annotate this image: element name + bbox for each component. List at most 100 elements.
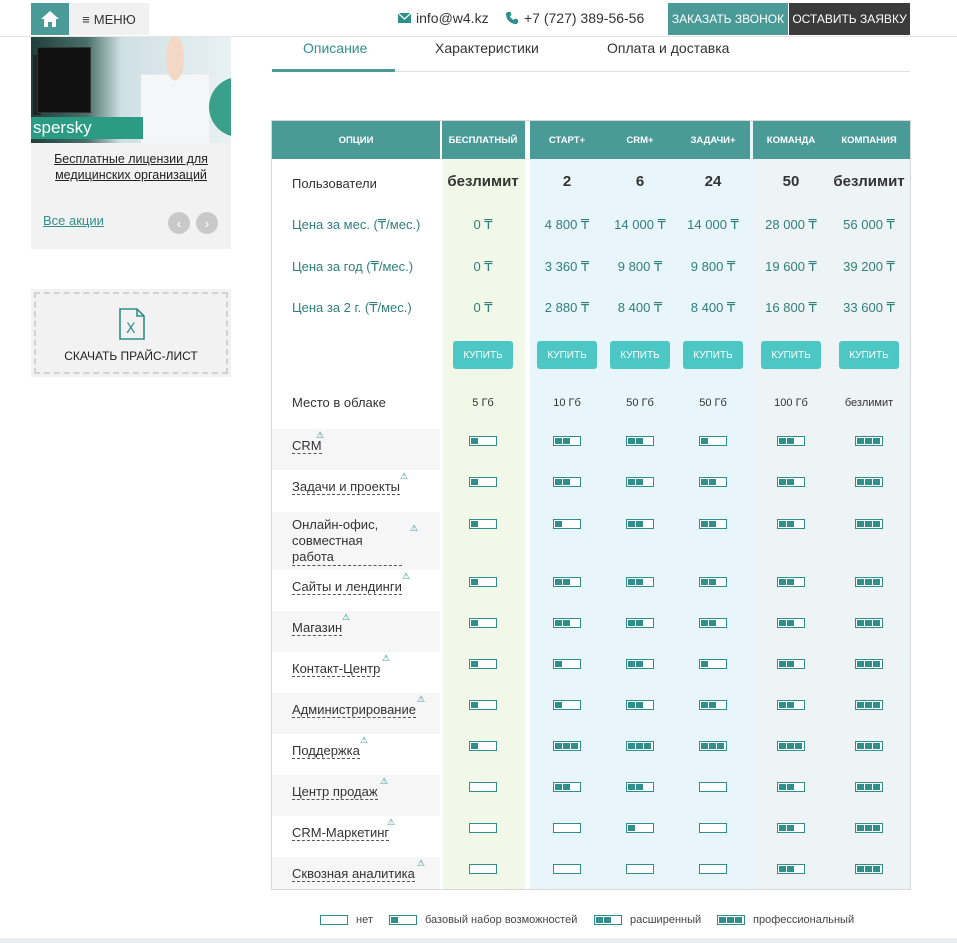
cloud-value: безлимит [844,397,894,409]
feature-level-indicator [626,864,654,874]
price-row-label: Цена за год (₸/мес.) [292,259,414,274]
level-extended-icon [594,915,622,925]
leave-request-button[interactable]: ОСТАВИТЬ ЗАЯВКУ [789,3,910,35]
price-value: 0 ₸ [473,217,493,232]
feature-level-indicator [855,782,883,792]
tab-payment-delivery[interactable]: Оплата и доставка [607,40,729,56]
feature-level-indicator [777,823,805,833]
feature-level-indicator [699,659,727,669]
feature-level-indicator [699,741,727,751]
info-warning-icon[interactable]: ⚠ [382,653,390,664]
price-list-download[interactable]: X СКАЧАТЬ ПРАЙС-ЛИСТ [31,289,231,377]
price-list-frame: X СКАЧАТЬ ПРАЙС-ЛИСТ [34,292,228,374]
feature-level-indicator [855,519,883,529]
phone-icon [506,12,518,24]
users-value: безлимит [447,173,519,190]
info-warning-icon[interactable]: ⚠ [402,571,410,582]
menu-label: МЕНЮ [93,11,136,27]
home-icon [41,11,59,27]
info-warning-icon[interactable]: ⚠ [417,858,425,869]
feature-label: Онлайн-офис, совместная работа [292,517,402,566]
feature-level-indicator [626,782,654,792]
header-plan: БЕСПЛАТНЫЙ [442,121,524,159]
feature-level-indicator [855,700,883,710]
column-background [530,121,604,889]
promo-brand-logo: spersky [31,117,143,139]
tabs-bar: Описание Характеристики Оплата и доставк… [272,37,910,72]
price-value: 56 000 ₸ [843,217,895,232]
legend-label: базовый набор возможностей [425,914,578,926]
column-background [830,121,910,889]
info-warning-icon[interactable]: ⚠ [360,735,368,746]
feature-level-indicator [626,659,654,669]
users-value: 24 [704,173,722,190]
column-background [753,121,830,889]
feature-level-indicator [469,618,497,628]
info-warning-icon[interactable]: ⚠ [417,694,425,705]
feature-label: Администрирование [292,702,416,718]
promo-banner-image[interactable]: spersky [31,37,231,143]
column-background [604,121,677,889]
feature-level-indicator [553,700,581,710]
price-value: 14 000 ₸ [687,217,739,232]
feature-level-indicator [777,864,805,874]
tab-description[interactable]: Описание [303,40,367,56]
feature-label: Задачи и проекты [292,479,400,495]
promo-link[interactable]: Бесплатные лицензии для медицинских орга… [31,151,231,183]
buy-button[interactable]: КУПИТЬ [839,341,899,369]
feature-level-indicator [626,577,654,587]
feature-level-indicator [626,618,654,628]
all-promos-link[interactable]: Все акции [43,213,104,228]
feature-level-indicator [469,864,497,874]
info-warning-icon[interactable]: ⚠ [342,612,350,623]
feature-label: Сайты и лендинги [292,579,402,595]
info-warning-icon[interactable]: ⚠ [410,523,418,534]
feature-level-indicator [777,477,805,487]
feature-level-indicator [699,782,727,792]
buy-button[interactable]: КУПИТЬ [537,341,597,369]
header-plan: СТАРТ+ [530,121,604,159]
feature-level-indicator [699,519,727,529]
phone-link[interactable]: +7 (727) 389-56-56 [506,10,644,26]
home-button[interactable] [31,3,69,35]
header-options: ОПЦИИ [272,121,440,159]
feature-level-indicator [469,577,497,587]
feature-level-indicator [553,864,581,874]
tab-characteristics[interactable]: Характеристики [435,40,539,56]
info-warning-icon[interactable]: ⚠ [380,776,388,787]
promo-badge [209,77,231,137]
feature-level-indicator [699,864,727,874]
legend: нет базовый набор возможностей расширенн… [0,914,957,934]
svg-text:X: X [126,321,136,337]
header-plan: КОМПАНИЯ [832,121,906,159]
buy-button[interactable]: КУПИТЬ [610,341,670,369]
feature-level-indicator [855,864,883,874]
feature-level-indicator [855,577,883,587]
info-warning-icon[interactable]: ⚠ [400,471,408,482]
feature-label: Поддержка [292,743,360,759]
buy-button[interactable]: КУПИТЬ [683,341,743,369]
chevron-right-icon[interactable]: › [196,212,218,234]
level-none-icon [320,915,348,925]
order-call-button[interactable]: ЗАКАЗАТЬ ЗВОНОК [668,3,788,35]
doctor-image [141,37,209,143]
price-value: 16 800 ₸ [765,300,817,315]
info-warning-icon[interactable]: ⚠ [387,817,395,828]
feature-level-indicator [626,477,654,487]
info-warning-icon[interactable]: ⚠ [316,430,324,441]
buy-button[interactable]: КУПИТЬ [761,341,821,369]
menu-button[interactable]: ≡ МЕНЮ [69,3,149,35]
header-plan: КОМАНДА [754,121,828,159]
buy-button[interactable]: КУПИТЬ [453,341,513,369]
email-link[interactable]: info@w4.kz [398,10,489,26]
hamburger-icon: ≡ [82,11,90,27]
legend-item-none: нет [320,914,373,926]
feature-level-indicator [553,477,581,487]
header-plan: CRM+ [603,121,677,159]
top-bar: ≡ МЕНЮ info@w4.kz +7 (727) 389-56-56 ЗАК… [0,0,957,37]
cloud-value: 5 Гб [472,397,494,409]
price-row-label: Цена за 2 г. (₸/мес.) [292,300,412,315]
chevron-left-icon[interactable]: ‹ [168,212,190,234]
legend-label: нет [356,914,373,926]
feature-level-indicator [469,823,497,833]
